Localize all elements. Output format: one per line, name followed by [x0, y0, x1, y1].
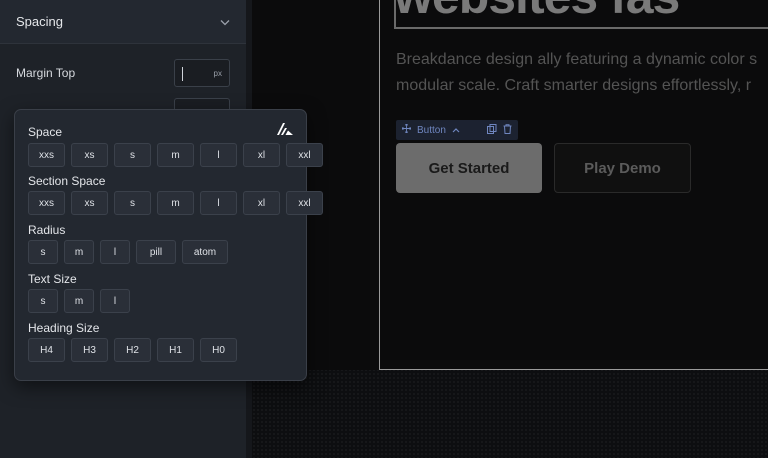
text-size-options: s m l: [28, 289, 130, 313]
group-label-radius: Radius: [28, 223, 66, 237]
space-option[interactable]: xxl: [286, 143, 323, 167]
section-space-option[interactable]: xl: [243, 191, 280, 215]
section-space-option[interactable]: m: [157, 191, 194, 215]
artboard[interactable]: websites fas Breakdance design ally feat…: [379, 0, 768, 370]
section-space-option[interactable]: l: [200, 191, 237, 215]
heading-size-option[interactable]: H0: [200, 338, 237, 362]
section-space-option[interactable]: xs: [71, 191, 108, 215]
spacing-section-header[interactable]: Spacing: [0, 0, 246, 44]
text-caret: [182, 67, 183, 81]
margin-top-label: Margin Top: [16, 66, 76, 80]
space-option[interactable]: s: [114, 143, 151, 167]
hero-heading[interactable]: websites fas: [394, 0, 680, 25]
section-space-option[interactable]: xxl: [286, 191, 323, 215]
text-size-option[interactable]: s: [28, 289, 58, 313]
play-demo-button[interactable]: Play Demo: [554, 143, 691, 193]
radius-option[interactable]: atom: [182, 240, 228, 264]
section-space-option[interactable]: s: [114, 191, 151, 215]
space-option[interactable]: xxs: [28, 143, 65, 167]
heading-size-options: H4 H3 H2 H1 H0: [28, 338, 237, 362]
radius-option[interactable]: m: [64, 240, 94, 264]
group-label-space: Space: [28, 125, 63, 139]
hero-paragraph-line: Breakdance design ally featuring a dynam…: [396, 51, 758, 68]
heading-size-option[interactable]: H4: [28, 338, 65, 362]
section-space-option[interactable]: xxs: [28, 191, 65, 215]
trash-icon[interactable]: [503, 123, 512, 137]
text-size-option[interactable]: l: [100, 289, 130, 313]
heading-size-option[interactable]: H1: [157, 338, 194, 362]
group-label-heading-size: Heading Size: [28, 321, 100, 335]
section-title: Spacing: [16, 14, 63, 29]
margin-top-input[interactable]: px: [174, 59, 230, 87]
radius-option[interactable]: pill: [136, 240, 176, 264]
heading-size-option[interactable]: H2: [114, 338, 151, 362]
radius-option[interactable]: l: [100, 240, 130, 264]
chevron-down-icon[interactable]: [220, 15, 230, 29]
unit-label[interactable]: px: [214, 69, 222, 78]
space-option[interactable]: xs: [71, 143, 108, 167]
move-icon[interactable]: [401, 123, 412, 136]
element-toolbar[interactable]: Button: [396, 120, 518, 140]
builder-canvas[interactable]: websites fas Breakdance design ally feat…: [252, 0, 768, 458]
hero-paragraph[interactable]: Breakdance design ally featuring a dynam…: [396, 47, 768, 99]
element-type-label: Button: [417, 124, 446, 136]
chevron-up-icon[interactable]: [452, 125, 460, 136]
group-label-text-size: Text Size: [28, 272, 77, 286]
hero-paragraph-line: modular scale. Craft smarter designs eff…: [396, 77, 752, 94]
design-tokens-popover: Space xxs xs s m l xl xxl Section Space …: [14, 109, 323, 381]
group-label-section-space: Section Space: [28, 174, 106, 188]
space-option[interactable]: l: [200, 143, 237, 167]
space-options: xxs xs s m l xl xxl: [28, 143, 323, 167]
heading-size-option[interactable]: H3: [71, 338, 108, 362]
space-option[interactable]: xl: [243, 143, 280, 167]
duplicate-icon[interactable]: [487, 123, 497, 137]
space-option[interactable]: m: [157, 143, 194, 167]
breakdance-logo-icon: [276, 122, 294, 136]
text-size-option[interactable]: m: [64, 289, 94, 313]
section-space-options: xxs xs s m l xl xxl: [28, 191, 323, 215]
radius-options: s m l pill atom: [28, 240, 228, 264]
radius-option[interactable]: s: [28, 240, 58, 264]
get-started-button[interactable]: Get Started: [396, 143, 542, 193]
margin-top-row: Margin Top px: [0, 59, 246, 87]
